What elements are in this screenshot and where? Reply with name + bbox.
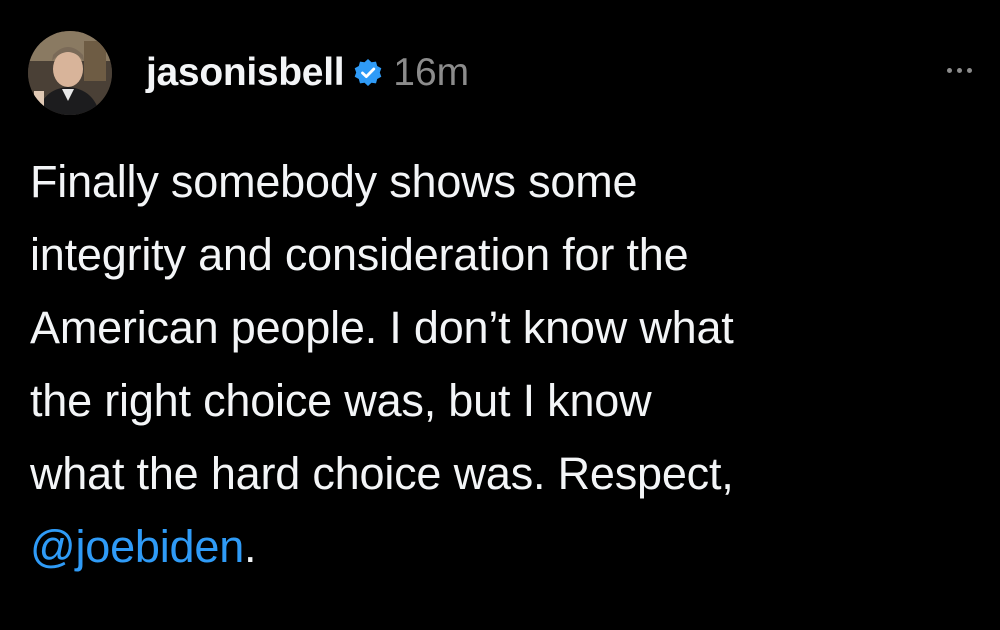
avatar[interactable] <box>28 31 112 115</box>
post-header: jasonisbell 16m <box>28 30 469 116</box>
post-text-line-last: @joebiden. <box>30 510 980 583</box>
post-card: jasonisbell 16m Finally somebody shows s… <box>0 0 1000 630</box>
post-text-line: what the hard choice was. Respect, <box>30 448 734 499</box>
timestamp: 16m <box>393 51 470 94</box>
more-dot <box>957 68 962 73</box>
verified-badge-icon <box>353 58 383 88</box>
more-dot <box>967 68 972 73</box>
post-text-line: American people. I don’t know what <box>30 302 734 353</box>
post-text-trailing: . <box>244 521 257 572</box>
mention-link[interactable]: @joebiden <box>30 521 244 572</box>
post-text: Finally somebody shows some integrity an… <box>30 145 980 583</box>
post-text-line: integrity and consideration for the <box>30 229 689 280</box>
more-dot <box>947 68 952 73</box>
more-options-icon[interactable] <box>947 68 972 73</box>
username[interactable]: jasonisbell <box>146 51 345 95</box>
post-text-line: the right choice was, but I know <box>30 375 652 426</box>
post-text-line: Finally somebody shows some <box>30 156 638 207</box>
